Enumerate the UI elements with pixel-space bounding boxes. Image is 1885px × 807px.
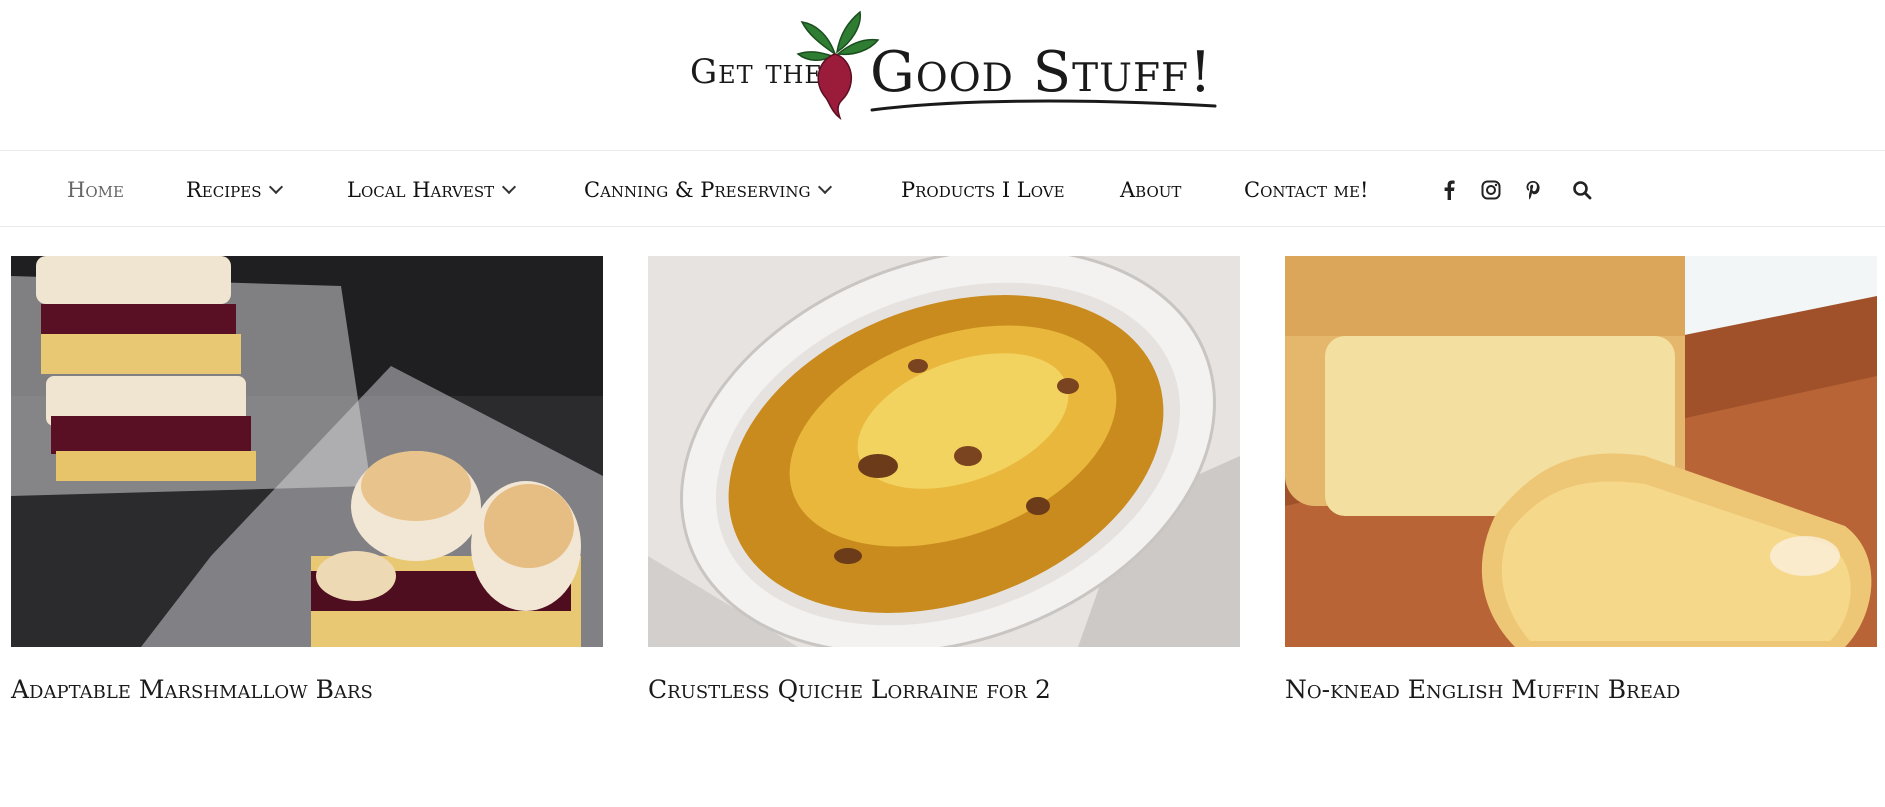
- search-icon[interactable]: [1569, 177, 1595, 203]
- post-card: No-knead English Muffin Bread: [1285, 256, 1877, 704]
- facebook-icon[interactable]: [1436, 177, 1462, 203]
- main-nav: Home Recipes Local Harvest Canning & Pre…: [0, 150, 1885, 227]
- nav-item-label: Products I Love: [901, 178, 1065, 202]
- marshmallow-bars-photo[interactable]: [11, 256, 603, 647]
- site-logo[interactable]: Get the Good Stuff!: [680, 4, 1220, 120]
- nav-item-label: Local Harvest: [347, 178, 495, 202]
- nav-item-label: Contact me!: [1244, 178, 1369, 202]
- nav-item-products[interactable]: Products I Love: [901, 177, 1065, 203]
- logo-swoosh: [870, 99, 1217, 112]
- muffin-bread-photo[interactable]: [1285, 256, 1877, 647]
- pinterest-icon[interactable]: [1520, 177, 1546, 203]
- nav-item-label: Canning & Preserving: [584, 178, 811, 202]
- post-card: Crustless Quiche Lorraine for 2: [648, 256, 1240, 704]
- post-card: Adaptable Marshmallow Bars: [11, 256, 603, 704]
- chevron-down-icon: [818, 179, 833, 195]
- nav-item-local-harvest[interactable]: Local Harvest: [347, 177, 517, 203]
- post-title-quiche[interactable]: Crustless Quiche Lorraine for 2: [648, 675, 1240, 704]
- nav-item-contact[interactable]: Contact me!: [1244, 177, 1368, 203]
- chevron-down-icon: [269, 179, 284, 195]
- nav-item-home[interactable]: Home: [67, 177, 124, 203]
- nav-item-recipes[interactable]: Recipes: [186, 177, 284, 203]
- site-header: Get the Good Stuff!: [0, 0, 1885, 150]
- post-title-muffin-bread[interactable]: No-knead English Muffin Bread: [1285, 675, 1877, 704]
- quiche-photo[interactable]: [648, 256, 1240, 647]
- nav-item-canning-preserving[interactable]: Canning & Preserving: [584, 177, 833, 203]
- chevron-down-icon: [502, 179, 517, 195]
- nav-item-label: Recipes: [186, 178, 262, 202]
- nav-item-label: Home: [67, 178, 124, 202]
- instagram-icon[interactable]: [1478, 177, 1504, 203]
- post-title-marshmallow-bars[interactable]: Adaptable Marshmallow Bars: [11, 675, 603, 704]
- nav-item-label: About: [1120, 178, 1182, 202]
- nav-item-about[interactable]: About: [1120, 177, 1181, 203]
